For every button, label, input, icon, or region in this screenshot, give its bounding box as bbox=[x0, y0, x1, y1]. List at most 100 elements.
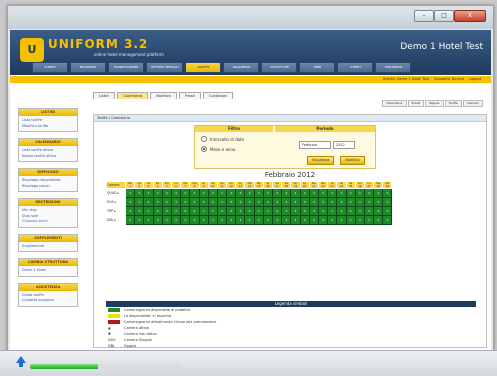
availability-cell[interactable]: 3 bbox=[152, 188, 163, 198]
availability-cell[interactable]: 3 bbox=[373, 215, 384, 225]
availability-cell[interactable]: 3 bbox=[235, 206, 246, 216]
availability-cell[interactable]: 3 bbox=[134, 215, 145, 225]
availability-cell[interactable]: 3 bbox=[363, 188, 375, 198]
availability-cell[interactable]: 3 bbox=[170, 197, 182, 207]
room-code[interactable]: DBL ▸ bbox=[106, 215, 126, 225]
availability-cell[interactable]: 3 bbox=[226, 215, 237, 225]
availability-cell[interactable]: 3 bbox=[235, 188, 246, 198]
availability-cell[interactable]: 3 bbox=[281, 206, 292, 216]
availability-cell[interactable]: 3 bbox=[363, 197, 375, 207]
availability-cell[interactable]: 3 bbox=[253, 206, 264, 216]
availability-cell[interactable]: 3 bbox=[327, 197, 338, 207]
availability-cell[interactable]: 3 bbox=[373, 188, 384, 198]
availability-cell[interactable]: 3 bbox=[354, 206, 365, 216]
availability-cell[interactable]: 3 bbox=[262, 206, 274, 216]
availability-cell[interactable]: 3 bbox=[189, 206, 200, 216]
availability-cell[interactable]: 3 bbox=[216, 197, 228, 207]
availability-cell[interactable]: 3 bbox=[226, 197, 237, 207]
room-code[interactable]: TRP ▸ bbox=[106, 206, 126, 216]
availability-cell[interactable]: 3 bbox=[170, 188, 182, 198]
availability-cell[interactable]: 3 bbox=[161, 206, 172, 216]
availability-cell[interactable]: 3 bbox=[382, 215, 393, 225]
availability-cell[interactable]: 3 bbox=[207, 215, 218, 225]
availability-cell[interactable]: 3 bbox=[290, 206, 301, 216]
availability-cell[interactable]: 3 bbox=[253, 188, 264, 198]
availability-cell[interactable]: 3 bbox=[152, 215, 163, 225]
nav-item-tariffe[interactable]: TARIFFE bbox=[185, 62, 222, 73]
user-link[interactable]: Supporto Tecnico bbox=[434, 76, 464, 83]
availability-cell[interactable]: 3 bbox=[281, 188, 292, 198]
radio-month-year[interactable]: Mese e anno bbox=[201, 146, 235, 152]
availability-cell[interactable]: 3 bbox=[373, 206, 384, 216]
availability-cell[interactable]: 3 bbox=[170, 215, 182, 225]
availability-cell[interactable]: 3 bbox=[152, 197, 163, 207]
tab-calendario[interactable]: Calendario bbox=[117, 92, 149, 99]
availability-cell[interactable]: 3 bbox=[345, 206, 356, 216]
availability-cell[interactable]: 3 bbox=[290, 197, 301, 207]
availability-cell[interactable]: 3 bbox=[161, 215, 172, 225]
availability-cell[interactable]: 3 bbox=[189, 188, 200, 198]
tab-prezzi[interactable]: Prezzi bbox=[178, 92, 201, 99]
availability-cell[interactable]: 3 bbox=[327, 188, 338, 198]
sidebar-link[interactable]: Nuova tariffa attiva bbox=[22, 154, 74, 160]
subtab-inserisci[interactable]: Inserisci bbox=[462, 100, 483, 107]
minimize-button[interactable]: – bbox=[414, 10, 434, 22]
nav-item-offerte-speciali[interactable]: OFFERTE SPECIALI bbox=[146, 62, 184, 73]
availability-cell[interactable]: 3 bbox=[226, 206, 237, 216]
availability-cell[interactable]: 3 bbox=[308, 197, 319, 207]
availability-cell[interactable]: 3 bbox=[262, 188, 274, 198]
show-button[interactable]: Visualizza bbox=[307, 156, 335, 165]
availability-cell[interactable]: 3 bbox=[354, 188, 365, 198]
availability-cell[interactable]: 3 bbox=[382, 197, 393, 207]
availability-cell[interactable]: 3 bbox=[262, 215, 274, 225]
user-link[interactable]: Logout bbox=[469, 76, 481, 83]
availability-cell[interactable]: 3 bbox=[336, 188, 347, 198]
sidebar-link[interactable]: Chiusura arrivi bbox=[22, 219, 74, 225]
subtab-prezzi[interactable]: Prezzi bbox=[407, 100, 425, 107]
brand-logo[interactable]: U bbox=[20, 38, 44, 62]
availability-cell[interactable]: 3 bbox=[170, 206, 182, 216]
year-select[interactable]: 2012 bbox=[333, 141, 355, 149]
availability-cell[interactable]: 3 bbox=[271, 188, 283, 198]
availability-cell[interactable]: 3 bbox=[207, 206, 218, 216]
close-button[interactable]: X bbox=[454, 10, 486, 22]
availability-cell[interactable]: 3 bbox=[180, 188, 191, 198]
maximize-button[interactable]: □ bbox=[434, 10, 454, 22]
availability-cell[interactable]: 3 bbox=[134, 188, 145, 198]
availability-cell[interactable]: 3 bbox=[271, 215, 283, 225]
availability-cell[interactable]: 3 bbox=[373, 197, 384, 207]
availability-cell[interactable]: 3 bbox=[262, 197, 274, 207]
availability-cell[interactable]: 3 bbox=[207, 188, 218, 198]
availability-cell[interactable]: 3 bbox=[281, 197, 292, 207]
availability-cell[interactable]: 3 bbox=[226, 188, 237, 198]
availability-cell[interactable]: 3 bbox=[317, 188, 329, 198]
availability-cell[interactable]: 3 bbox=[271, 206, 283, 216]
nav-item-strumenti[interactable]: STRUMENTI bbox=[375, 62, 412, 73]
availability-cell[interactable]: 3 bbox=[198, 206, 209, 216]
availability-cell[interactable]: 3 bbox=[180, 215, 191, 225]
nav-item-clienti[interactable]: CLIENTI bbox=[32, 62, 68, 73]
availability-cell[interactable]: 3 bbox=[124, 188, 136, 198]
availability-cell[interactable]: 3 bbox=[363, 206, 375, 216]
availability-cell[interactable]: 3 bbox=[281, 215, 292, 225]
subtab-regole[interactable]: Regole bbox=[425, 100, 444, 107]
availability-cell[interactable]: 3 bbox=[345, 188, 356, 198]
radio-date-range[interactable]: Intervallo di date bbox=[201, 136, 244, 142]
availability-cell[interactable]: 3 bbox=[143, 206, 154, 216]
availability-cell[interactable]: 3 bbox=[244, 197, 255, 207]
availability-cell[interactable]: 3 bbox=[180, 206, 191, 216]
room-code[interactable]: DUS ▸ bbox=[106, 197, 126, 207]
availability-cell[interactable]: 3 bbox=[152, 206, 163, 216]
availability-cell[interactable]: 3 bbox=[143, 197, 154, 207]
availability-cell[interactable]: 3 bbox=[317, 206, 329, 216]
nav-item-web[interactable]: WEB bbox=[299, 62, 336, 73]
availability-cell[interactable]: 3 bbox=[189, 197, 200, 207]
subtab-calendario[interactable]: Calendario bbox=[382, 100, 407, 107]
subtab-tariffe[interactable]: Tariffe bbox=[444, 100, 462, 107]
availability-cell[interactable]: 3 bbox=[382, 206, 393, 216]
edit-button[interactable]: Modifica bbox=[340, 156, 365, 165]
availability-cell[interactable]: 3 bbox=[216, 215, 228, 225]
sidebar-link[interactable]: Demo 1 Hotel bbox=[22, 268, 74, 274]
availability-cell[interactable]: 3 bbox=[327, 206, 338, 216]
availability-cell[interactable]: 3 bbox=[198, 188, 209, 198]
